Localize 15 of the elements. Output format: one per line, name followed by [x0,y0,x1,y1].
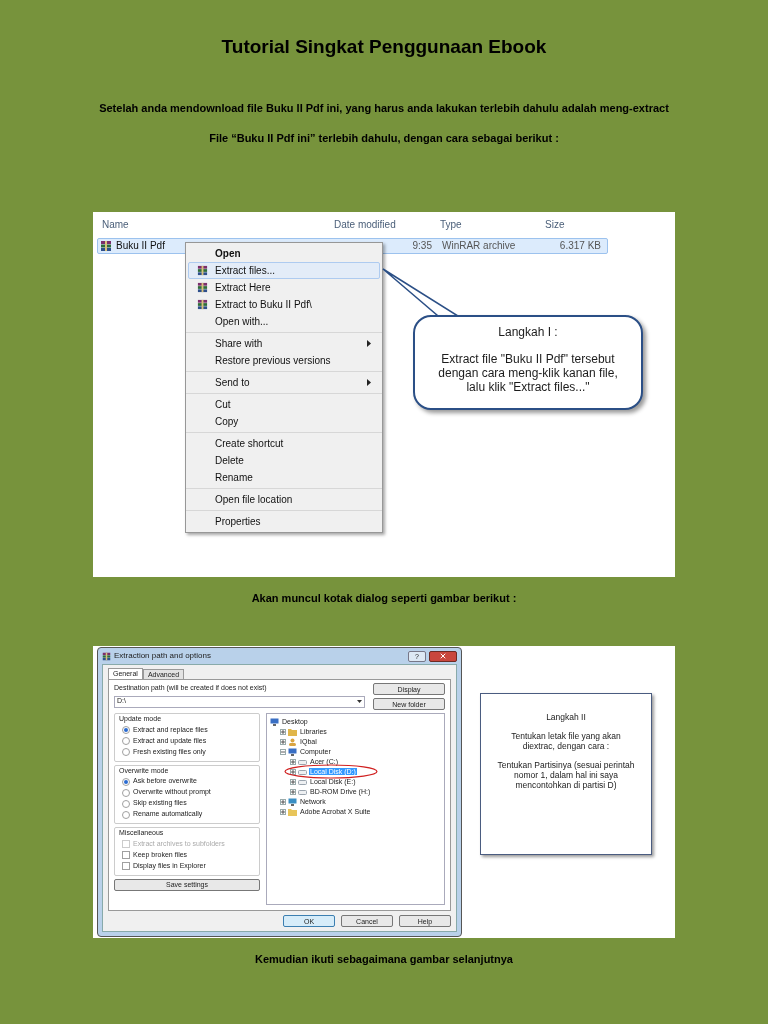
intro-text: Setelah anda mendownload file Buku II Pdf ini, yang harus anda lakukan terlebih dahulu adalah meng-extract [99,100,669,116]
file-type: WinRAR archive [441,239,517,253]
note-text: Tentukan letak file yang akan diextrac, dengan cara : [510,731,622,751]
caption: Akan muncul kotak dialog seperti gambar berikut : [251,590,517,606]
callout-title: Langkah I : [498,324,558,339]
dialog-title: Extraction path and options [114,650,212,662]
caption: Kemudian ikuti sebagaimana gambar selanjutnya [255,952,513,967]
file-date: 9:35 [412,239,432,253]
note-text: Langkah II [546,712,586,722]
intro-text: File “Buku II Pdf ini” terlebih dahulu, dengan cara sebagai berikut : [209,131,559,146]
file-name: Buku II Pdf [116,239,165,253]
file-size: 6.317 KB [558,239,602,253]
note-text: Tentukan Partisinya (sesuai perintah nomor 1, dalam hal ini saya mencontohkan di partisi D) [496,760,636,790]
callout-text: Extract file "Buku II Pdf" tersebut dengan cara meng-klik kanan file, lalu klik "Extract files..." [437,351,619,394]
page-title: Tutorial Singkat Penggunaan Ebook [221,35,547,59]
